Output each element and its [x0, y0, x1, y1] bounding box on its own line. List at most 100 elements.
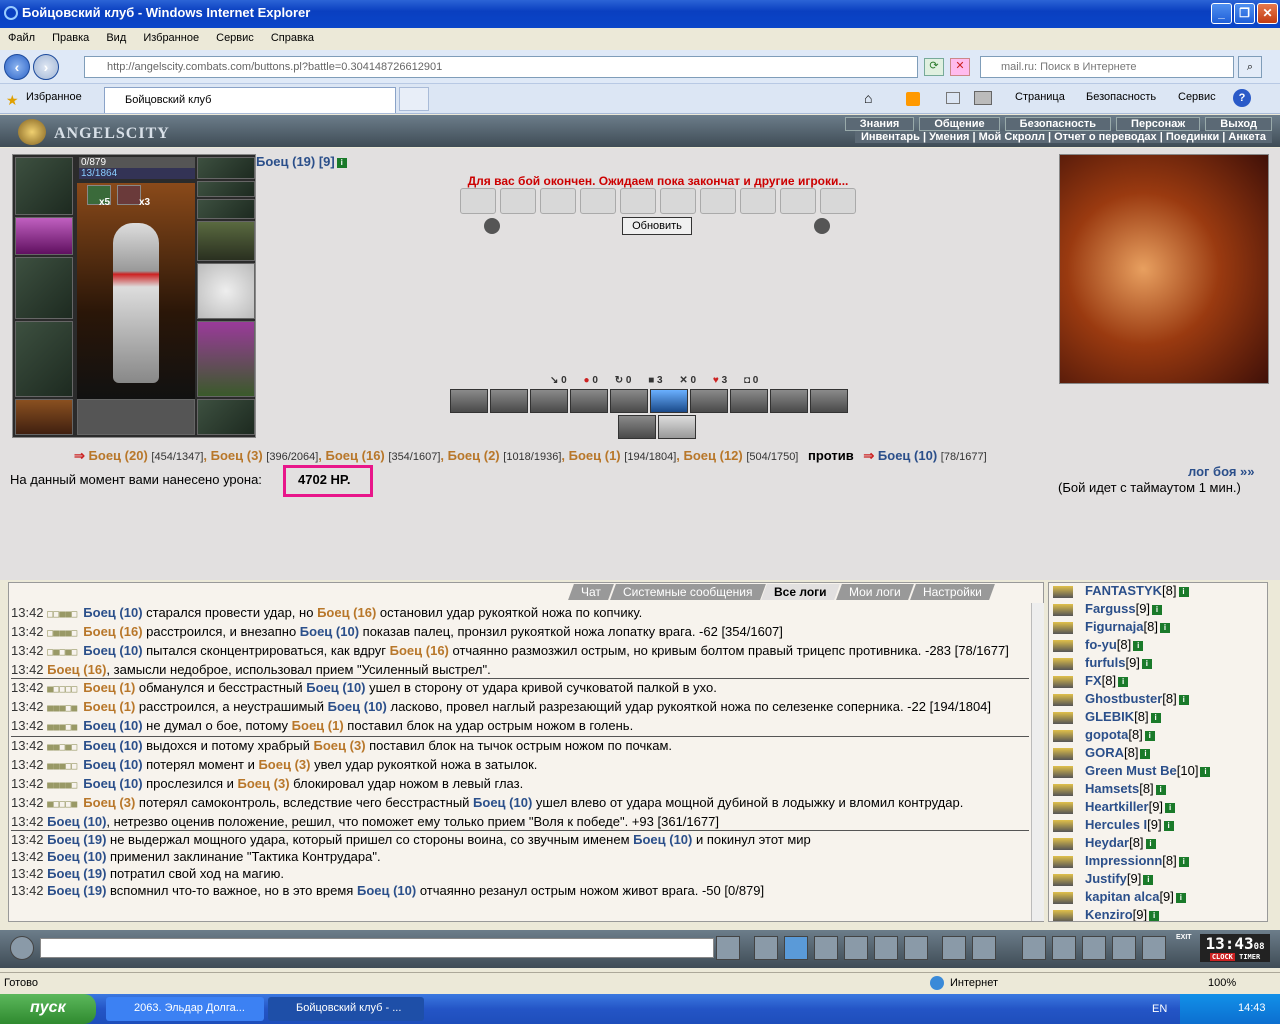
user-private-icon[interactable] — [1053, 586, 1073, 598]
user-list-item[interactable]: Hercules I[9] i — [1049, 817, 1267, 835]
fight-icon[interactable] — [844, 936, 868, 960]
chat-fighter[interactable]: Боец (16) — [83, 624, 142, 639]
info-icon[interactable]: i — [336, 157, 347, 168]
enemy-fighter[interactable]: Боец (10) — [878, 448, 937, 463]
team-fighter[interactable]: Боец (2) — [448, 448, 500, 463]
amulet-slot[interactable] — [197, 157, 255, 179]
menu-file[interactable]: Файл — [0, 29, 41, 44]
user-private-icon[interactable] — [1053, 694, 1073, 706]
user-name[interactable]: Justify — [1085, 871, 1127, 886]
info-icon[interactable]: i — [1165, 802, 1176, 813]
group-icon[interactable] — [1112, 936, 1136, 960]
chat-scrollbar[interactable] — [1031, 603, 1044, 921]
skill-button[interactable] — [450, 389, 488, 413]
stop-icon[interactable]: ✕ — [950, 58, 970, 76]
user-private-icon[interactable] — [1053, 784, 1073, 796]
chat-fighter[interactable]: Боец (19) — [47, 832, 106, 847]
skill-button[interactable] — [690, 389, 728, 413]
chat-fighter[interactable]: Боец (10) — [306, 680, 365, 695]
user-list-item[interactable]: fo-yu[8] i — [1049, 637, 1267, 655]
user-name[interactable]: FX — [1085, 673, 1102, 688]
refresh-list-icon[interactable] — [1022, 936, 1046, 960]
smile-icon[interactable] — [942, 936, 966, 960]
user-list-item[interactable]: gopota[8] i — [1049, 727, 1267, 745]
timer-label[interactable]: TIMER — [1239, 953, 1260, 961]
chat-fighter[interactable]: Боец (16) — [317, 605, 376, 620]
user-name[interactable]: Kenziro — [1085, 907, 1133, 921]
chat-fighter[interactable]: Боец (10) — [83, 738, 142, 753]
skill-button[interactable] — [730, 389, 768, 413]
scroll-slot[interactable] — [117, 185, 141, 205]
info-icon[interactable]: i — [1178, 856, 1189, 867]
belt-slot[interactable] — [15, 399, 73, 435]
ring-slot-1[interactable] — [197, 181, 255, 197]
music-icon[interactable] — [904, 936, 928, 960]
chat-fighter[interactable]: Боец (10) — [47, 814, 106, 829]
info-icon[interactable]: i — [1118, 676, 1129, 687]
chat-fighter[interactable]: Боец (10) — [300, 624, 359, 639]
user-list-item[interactable]: Figurnaja[8] i — [1049, 619, 1267, 637]
user-name[interactable]: Impressionn — [1085, 853, 1162, 868]
favorites-button[interactable]: Избранное — [26, 91, 82, 103]
refresh-icon[interactable]: ⟳ — [924, 58, 944, 76]
tab-active[interactable]: Бойцовский клуб — [104, 87, 396, 113]
settings-icon[interactable] — [1052, 936, 1076, 960]
mail-icon[interactable] — [946, 92, 960, 104]
chat-fighter[interactable]: Боец (10) — [83, 757, 142, 772]
info-icon[interactable]: i — [1144, 730, 1155, 741]
user-private-icon[interactable] — [1053, 712, 1073, 724]
page-menu[interactable]: Страница — [1015, 91, 1065, 103]
chat-fighter[interactable]: Боец (3) — [314, 738, 366, 753]
chat-fighter[interactable]: Боец (19) — [47, 883, 106, 898]
search-input[interactable]: mail.ru: Поиск в Интернете — [980, 56, 1234, 78]
taskbar-item-active[interactable]: Бойцовский клуб - ... — [268, 997, 424, 1021]
user-list-item[interactable]: Farguss[9] i — [1049, 601, 1267, 619]
sound-icon[interactable] — [972, 936, 996, 960]
info-icon[interactable]: i — [1143, 874, 1154, 885]
maximize-button[interactable]: ❐ — [1234, 3, 1255, 24]
chat-fighter[interactable]: Боец (10) — [328, 699, 387, 714]
user-list-item[interactable]: FANTASTYK[8] i — [1049, 583, 1267, 601]
tab-settings[interactable]: Настройки — [909, 584, 995, 600]
home-icon[interactable]: ⌂ — [864, 90, 872, 106]
info-icon[interactable]: i — [1145, 838, 1156, 849]
chat-fighter[interactable]: Боец (10) — [83, 605, 142, 620]
menu-view[interactable]: Вид — [98, 29, 132, 44]
info-icon[interactable]: i — [1163, 820, 1174, 831]
user-name[interactable]: FANTASTYK — [1085, 583, 1162, 598]
nav-security[interactable]: Безопасность — [1004, 117, 1111, 131]
user-list-item[interactable]: FX[8] i — [1049, 673, 1267, 691]
user-private-icon[interactable] — [1053, 802, 1073, 814]
user-list-item[interactable]: Heydar[8] i — [1049, 835, 1267, 853]
window-titlebar[interactable]: Бойцовский клуб - Windows Internet Explo… — [0, 0, 1280, 28]
user-list-item[interactable]: Impressionn[8] i — [1049, 853, 1267, 871]
tab-chat[interactable]: Чат — [568, 584, 614, 600]
skill-button[interactable] — [618, 415, 656, 439]
chat-fighter[interactable]: Боец (16) — [390, 643, 449, 658]
tab-system[interactable]: Системные сообщения — [609, 584, 766, 600]
tab-all-logs[interactable]: Все логи — [761, 584, 840, 600]
tray-clock[interactable]: 14:43 — [1238, 1002, 1266, 1014]
save-icon[interactable] — [814, 936, 838, 960]
user-name[interactable]: Farguss — [1085, 601, 1136, 616]
skill-button[interactable] — [658, 415, 696, 439]
chat-fighter[interactable]: Боец (1) — [83, 699, 135, 714]
info-icon[interactable]: i — [1133, 640, 1144, 651]
back-button[interactable]: ‹ — [4, 54, 30, 80]
user-name[interactable]: Ghostbuster — [1085, 691, 1162, 706]
user-name[interactable]: Hamsets — [1085, 781, 1139, 796]
exit-label[interactable]: EXIT — [1176, 934, 1192, 941]
info-icon[interactable]: i — [1150, 712, 1161, 723]
info-icon[interactable]: i — [1178, 586, 1189, 597]
chat-input[interactable] — [40, 938, 714, 958]
team-fighter[interactable]: Боец (20) — [89, 448, 148, 463]
zoom-level[interactable]: 100% — [1208, 977, 1236, 989]
user-private-icon[interactable] — [1053, 604, 1073, 616]
info-icon[interactable]: i — [1141, 658, 1152, 669]
user-name[interactable]: GORA — [1085, 745, 1124, 760]
forward-button[interactable]: › — [33, 54, 59, 80]
user-private-icon[interactable] — [1053, 730, 1073, 742]
bracer-slot[interactable] — [15, 217, 73, 255]
ring-slot-2[interactable] — [197, 199, 255, 219]
favorites-star-icon[interactable]: ★ — [6, 92, 19, 109]
